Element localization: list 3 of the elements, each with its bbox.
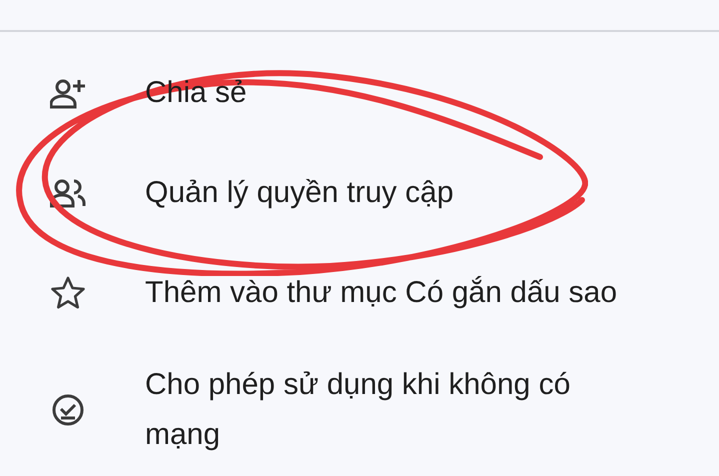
menu-item-label[interactable]: Thêm vào thư mục Có gắn dấu sao — [145, 268, 618, 318]
menu-item-label[interactable]: Quản lý quyền truy cập — [145, 168, 454, 218]
menu-item-label[interactable]: Cho phép sử dụng khi không có mạng — [145, 360, 615, 460]
